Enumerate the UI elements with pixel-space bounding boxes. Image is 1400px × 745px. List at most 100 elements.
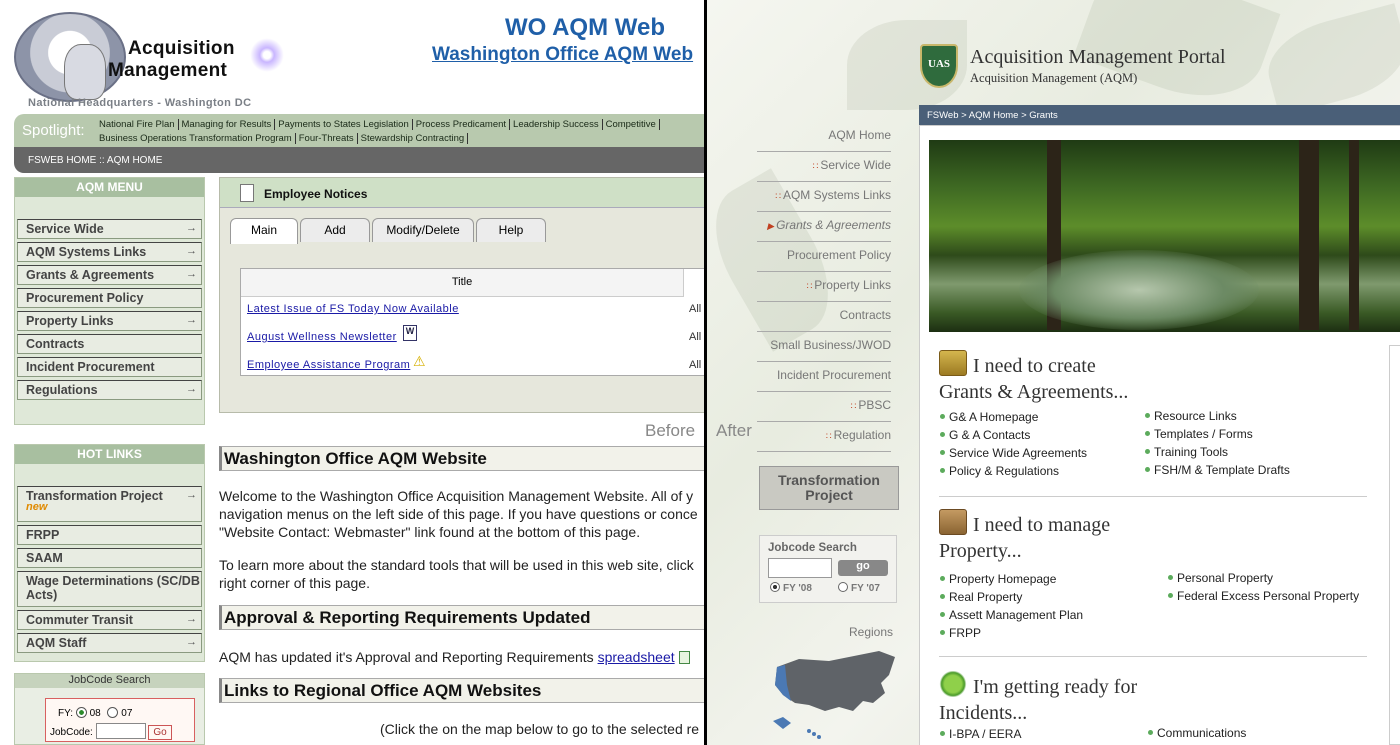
breadcrumb[interactable]: FSWeb > AQM Home > Grants bbox=[919, 105, 1400, 125]
nav-item[interactable]: ∷ PBSC bbox=[757, 392, 891, 422]
nav-item[interactable]: ∷ Regulation bbox=[757, 422, 891, 452]
fy07-radio[interactable] bbox=[107, 707, 119, 718]
menu-item[interactable]: Regulations → bbox=[17, 380, 202, 400]
map-region-alaska[interactable] bbox=[773, 717, 791, 729]
fy08-radio[interactable] bbox=[75, 707, 87, 718]
nav-item[interactable]: ∷ AQM Systems Links bbox=[757, 182, 891, 212]
page-title: WO AQM Web bbox=[505, 14, 665, 41]
tab-help[interactable]: Help bbox=[476, 218, 546, 242]
spotlight-link[interactable]: National Fire Plan bbox=[96, 119, 179, 130]
fy07-radio[interactable] bbox=[838, 582, 848, 592]
spotlight-link[interactable]: Leadership Success bbox=[510, 119, 603, 130]
quick-link[interactable]: Assett Management Plan bbox=[940, 608, 1083, 622]
nav-item[interactable]: Procurement Policy bbox=[757, 242, 891, 272]
jobcode-input[interactable] bbox=[768, 558, 832, 578]
section-heading: Links to Regional Office AQM Websites bbox=[219, 678, 704, 703]
menu-item[interactable]: Commuter Transit → bbox=[17, 610, 202, 630]
table-header-title: Title bbox=[241, 269, 684, 297]
fsweb-nav-bar[interactable]: FSWEB HOME :: AQM HOME bbox=[14, 147, 704, 173]
chevron-right-icon: → bbox=[186, 489, 197, 501]
menu-item[interactable]: Service Wide → bbox=[17, 219, 202, 239]
map-region-hawaii[interactable] bbox=[807, 729, 811, 733]
menu-item-label: AQM Staff bbox=[26, 636, 87, 650]
fy07-option[interactable]: FY '07 bbox=[838, 582, 880, 594]
jobcode-go-button[interactable]: Go bbox=[148, 725, 172, 740]
section-heading: Approval & Reporting Requirements Update… bbox=[219, 605, 704, 630]
quick-link[interactable]: Service Wide Agreements bbox=[940, 446, 1087, 460]
spotlight-link[interactable]: Business Operations Transformation Progr… bbox=[96, 133, 296, 144]
quick-link[interactable]: Personal Property bbox=[1168, 571, 1273, 585]
menu-item[interactable]: Property Links → bbox=[17, 311, 202, 331]
quick-link[interactable]: Policy & Regulations bbox=[940, 464, 1059, 478]
quick-link[interactable]: Resource Links bbox=[1145, 409, 1237, 423]
quick-link[interactable]: Real Property bbox=[940, 590, 1022, 604]
menu-item[interactable]: SAAM bbox=[17, 548, 202, 568]
quick-link[interactable]: Federal Excess Personal Property bbox=[1168, 589, 1359, 603]
menu-item-label: SAAM bbox=[26, 551, 63, 565]
jobcode-label: JobCode: bbox=[50, 727, 93, 738]
menu-item[interactable]: Grants & Agreements → bbox=[17, 265, 202, 285]
chevron-right-icon: → bbox=[186, 613, 197, 625]
menu-item-label: Contracts bbox=[26, 337, 85, 351]
bullet-icon: ∷ bbox=[806, 281, 813, 291]
quick-link[interactable]: FRPP bbox=[940, 626, 981, 640]
quick-link[interactable]: Communications bbox=[1148, 726, 1246, 740]
fy08-option[interactable]: FY '08 bbox=[770, 582, 812, 594]
chevron-right-icon: → bbox=[186, 245, 197, 257]
nav-item-label: Property Links bbox=[814, 278, 891, 292]
spotlight-link[interactable]: Managing for Results bbox=[178, 119, 276, 130]
spotlight-link[interactable]: Process Predicament bbox=[412, 119, 511, 130]
menu-item[interactable]: Incident Procurement bbox=[17, 357, 202, 377]
page-subtitle-link[interactable]: Washington Office AQM Web bbox=[432, 44, 693, 66]
notice-link[interactable]: August Wellness Newsletter bbox=[247, 331, 397, 343]
nav-item-label: Regulation bbox=[833, 428, 891, 442]
spotlight-link[interactable]: Competitive bbox=[602, 119, 660, 130]
nav-item[interactable]: Contracts bbox=[757, 302, 891, 332]
spotlight-link[interactable]: Stewardship Contracting bbox=[357, 133, 469, 144]
transformation-project-button[interactable]: Transformation Project bbox=[759, 466, 899, 510]
menu-item[interactable]: Wage Determinations (SC/DB Acts) bbox=[17, 571, 202, 607]
hq-label: National Headquarters - Washington DC bbox=[28, 97, 252, 109]
jobcode-input[interactable] bbox=[95, 723, 146, 739]
spotlight-link[interactable]: Payments to States Legislation bbox=[275, 119, 413, 130]
us-regions-map[interactable] bbox=[769, 645, 899, 740]
quick-link[interactable]: I-BPA / EERA bbox=[940, 727, 1021, 741]
tab-add[interactable]: Add bbox=[300, 218, 370, 242]
jobcode-go-button[interactable]: go bbox=[838, 560, 888, 576]
approval-paragraph: AQM has updated it's Approval and Report… bbox=[219, 648, 704, 666]
quick-link[interactable]: Property Homepage bbox=[940, 572, 1056, 586]
quick-link[interactable]: G & A Contacts bbox=[940, 428, 1030, 442]
fy08-radio[interactable] bbox=[770, 582, 780, 592]
menu-item[interactable]: AQM Staff → bbox=[17, 633, 202, 653]
quick-link[interactable]: FSH/M & Template Drafts bbox=[1145, 463, 1290, 477]
menu-item[interactable]: Procurement Policy bbox=[17, 288, 202, 308]
map-region[interactable] bbox=[775, 651, 895, 711]
tools-paragraph: To learn more about the standard tools t… bbox=[219, 557, 694, 591]
menu-item[interactable]: FRPP bbox=[17, 525, 202, 545]
nav-item[interactable]: ∷ Property Links bbox=[757, 272, 891, 302]
bullet-icon: ▶ bbox=[767, 221, 775, 231]
quick-link[interactable]: Templates / Forms bbox=[1145, 427, 1253, 441]
alert-icon bbox=[939, 671, 967, 697]
spotlight-bar: Spotlight: National Fire Plan Managing fo… bbox=[14, 114, 704, 147]
menu-item[interactable]: Transformation Project new → bbox=[17, 486, 202, 522]
quick-link[interactable]: Training Tools bbox=[1145, 445, 1228, 459]
nav-item[interactable]: ∷ Service Wide bbox=[757, 152, 891, 182]
nav-item[interactable]: AQM Home bbox=[757, 122, 891, 152]
nav-item[interactable]: Small Business/JWOD bbox=[757, 332, 891, 362]
tab-main[interactable]: Main bbox=[230, 218, 298, 244]
logo-text[interactable]: Acquisition Management bbox=[108, 38, 235, 82]
notice-link[interactable]: Latest Issue of FS Today Now Available bbox=[247, 303, 459, 315]
warning-icon: ⚠ bbox=[413, 353, 426, 369]
menu-item[interactable]: Contracts bbox=[17, 334, 202, 354]
spotlight-link[interactable]: Four-Threats bbox=[295, 133, 358, 144]
nav-item[interactable]: ▶ Grants & Agreements bbox=[757, 212, 891, 242]
tab-modify-delete[interactable]: Modify/Delete bbox=[372, 218, 474, 242]
menu-item[interactable]: AQM Systems Links → bbox=[17, 242, 202, 262]
spreadsheet-link[interactable]: spreadsheet bbox=[598, 649, 675, 665]
nav-item-label: Service Wide bbox=[820, 158, 891, 172]
notice-link[interactable]: Employee Assistance Program bbox=[247, 359, 410, 371]
quick-link[interactable]: G& A Homepage bbox=[940, 410, 1038, 424]
fy-label: FY: bbox=[58, 708, 74, 719]
nav-item[interactable]: Incident Procurement bbox=[757, 362, 891, 392]
